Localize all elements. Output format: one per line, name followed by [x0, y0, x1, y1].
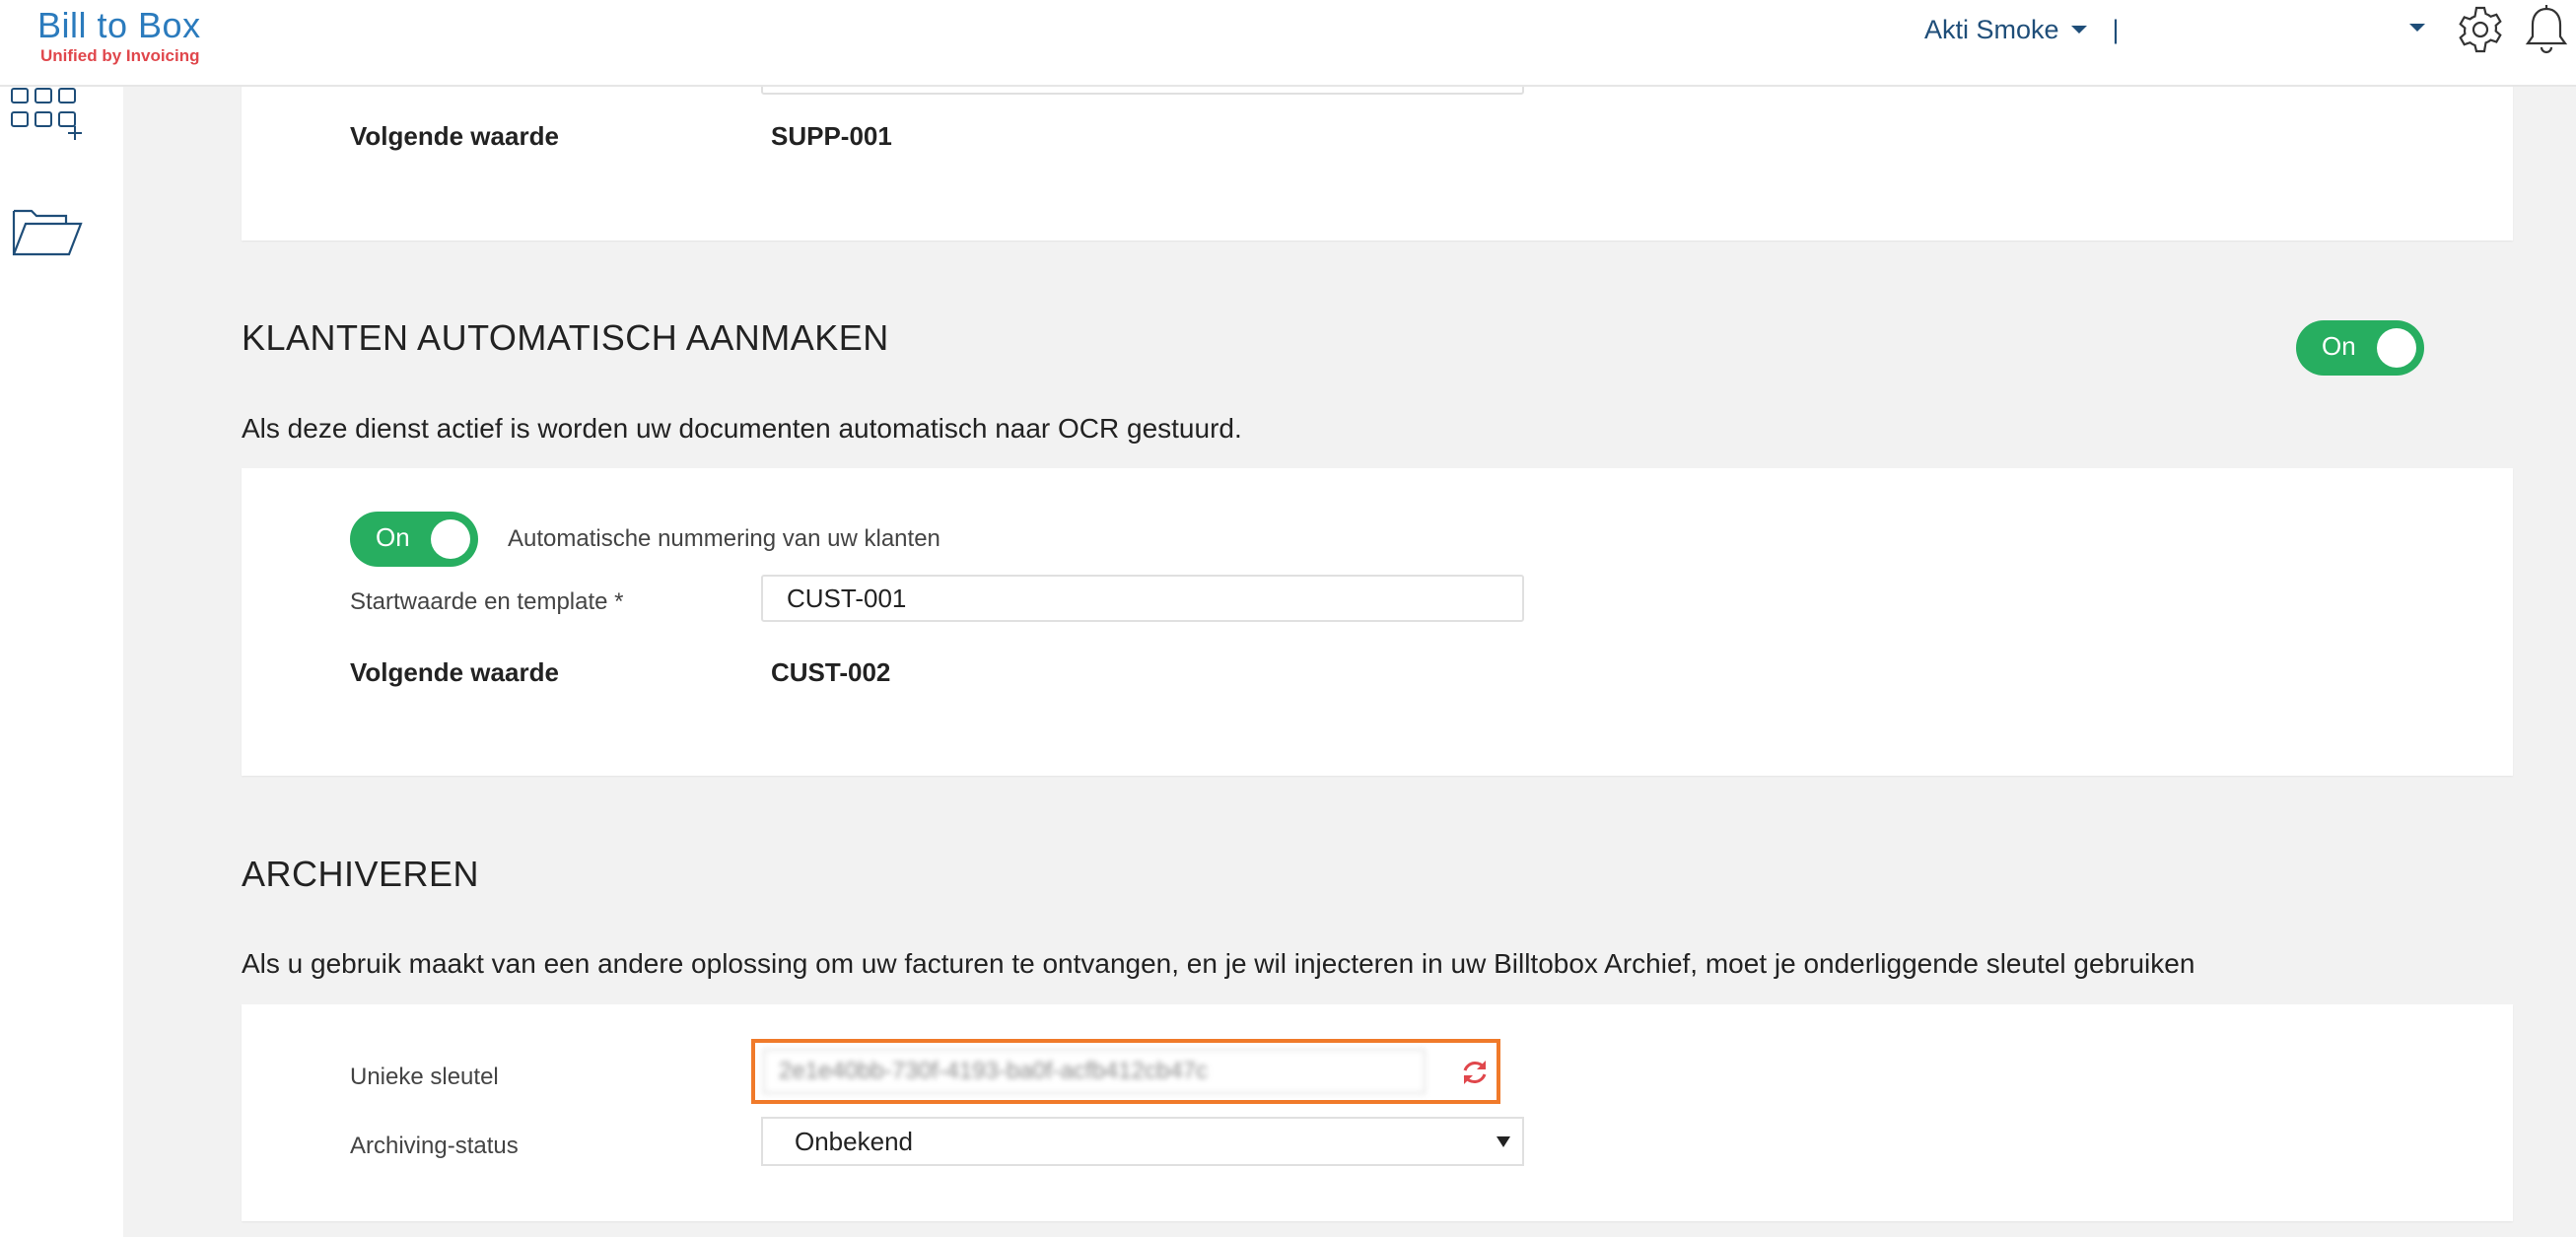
- archive-section-description: Als u gebruik maakt van een andere oplos…: [242, 948, 2195, 979]
- caret-down-icon: [1497, 1136, 1510, 1147]
- organization-dropdown-caret-icon[interactable]: [2409, 24, 2425, 32]
- archiving-status-value: Onbekend: [795, 1127, 913, 1156]
- customers-section-title: KLANTEN AUTOMATISCH AANMAKEN: [242, 317, 889, 358]
- archive-section-title: ARCHIVEREN: [242, 854, 480, 894]
- customer-numbering-label: Automatische nummering van uw klanten: [508, 525, 940, 552]
- customers-section-description: Als deze dienst actief is worden uw docu…: [242, 413, 1242, 444]
- supplier-next-value-label: Volgende waarde: [350, 121, 559, 151]
- customer-start-input[interactable]: CUST-001: [761, 575, 1524, 622]
- toggle-knob: [2377, 328, 2416, 368]
- toggle-on-label: On: [376, 522, 410, 552]
- supplier-numbering-card: Volgende waarde SUPP-001: [242, 55, 2513, 241]
- customers-auto-create-toggle[interactable]: On: [2296, 320, 2424, 376]
- toggle-on-label: On: [2322, 331, 2356, 361]
- header-separator: |: [2112, 14, 2120, 44]
- logo[interactable]: Bill to Box Unified by Invoicing: [37, 4, 201, 65]
- user-menu[interactable]: Akti Smoke |: [1924, 10, 2120, 49]
- unique-key-input[interactable]: 2e1e40bb-730f-4193-ba0f-acfb412cb47c: [763, 1049, 1426, 1094]
- customer-next-value-label: Volgende waarde: [350, 657, 559, 687]
- logo-tagline: Unified by Invoicing: [40, 46, 200, 65]
- sidebar: [0, 85, 123, 1237]
- folder-icon[interactable]: [10, 203, 85, 258]
- customers-numbering-card: On Automatische nummering van uw klanten…: [242, 468, 2513, 776]
- archiving-status-label: Archiving-status: [350, 1133, 519, 1159]
- customer-numbering-toggle[interactable]: On: [350, 512, 478, 567]
- archive-card: Unieke sleutel Archiving-status: [242, 1004, 2513, 1221]
- customer-next-value: CUST-002: [771, 657, 891, 687]
- unique-key-label: Unieke sleutel: [350, 1064, 499, 1090]
- supplier-next-value: SUPP-001: [771, 121, 892, 151]
- customer-start-label: Startwaarde en template *: [350, 588, 624, 615]
- bell-icon[interactable]: [2524, 4, 2569, 55]
- user-name: Akti Smoke: [1924, 14, 2059, 44]
- unique-key-highlight: 2e1e40bb-730f-4193-ba0f-acfb412cb47c: [751, 1039, 1500, 1104]
- top-bar: Bill to Box Unified by Invoicing Akti Sm…: [0, 0, 2576, 87]
- caret-down-icon: [2070, 26, 2087, 34]
- apps-add-icon[interactable]: [10, 87, 85, 142]
- logo-brand: Bill to Box: [37, 5, 201, 45]
- toggle-knob: [431, 519, 470, 559]
- gear-icon[interactable]: [2455, 4, 2506, 55]
- archiving-status-select[interactable]: Onbekend: [761, 1117, 1524, 1166]
- refresh-icon[interactable]: [1459, 1057, 1491, 1088]
